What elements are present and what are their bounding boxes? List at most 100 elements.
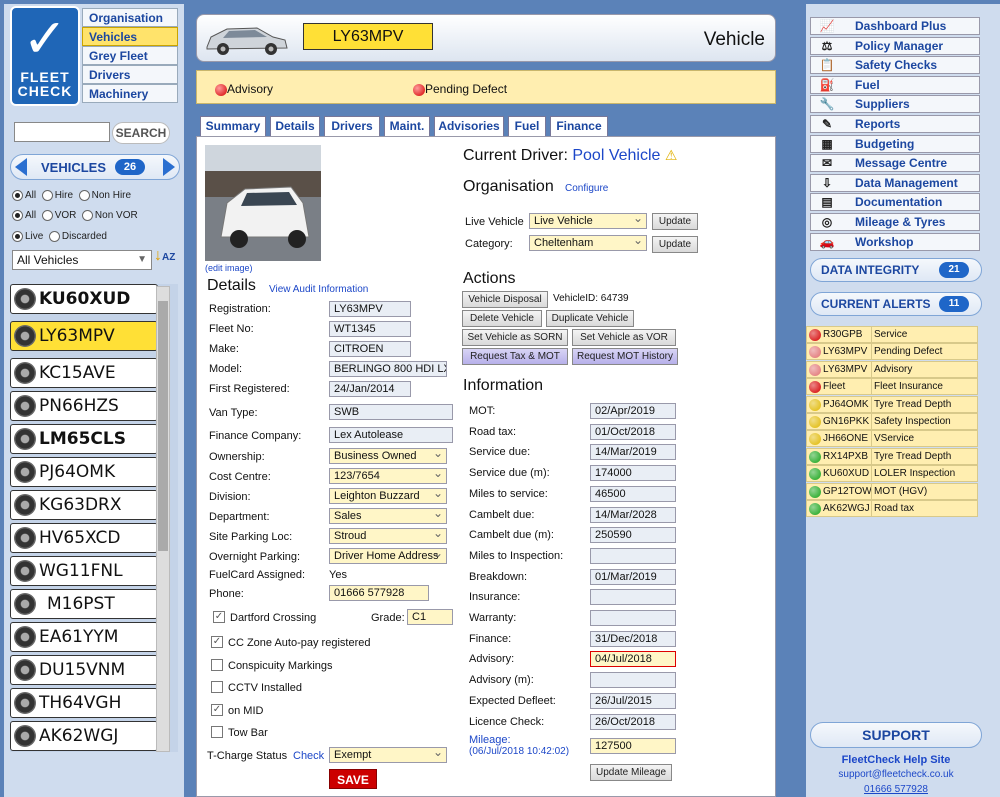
pending-defect-alert[interactable]: Pending Defect	[413, 82, 507, 96]
menu-message-centre[interactable]: ✉Message Centre	[810, 154, 980, 172]
fleet-no-field[interactable]: WT1345	[329, 321, 411, 337]
alert-row[interactable]: PJ64OMKTyre Tread Depth	[806, 396, 978, 413]
update-mileage-button[interactable]: Update Mileage	[590, 764, 672, 781]
category-select[interactable]: Cheltenham	[529, 235, 647, 251]
radio-non-hire[interactable]	[79, 190, 90, 201]
info-field[interactable]: 14/Mar/2019	[590, 444, 676, 460]
radio-vor[interactable]	[42, 210, 53, 221]
radio-hire[interactable]	[42, 190, 53, 201]
info-field[interactable]	[590, 610, 676, 626]
tab-drivers[interactable]: Drivers	[324, 116, 380, 136]
delete-vehicle-button[interactable]: Delete Vehicle	[462, 310, 542, 327]
prev-arrow-icon[interactable]	[15, 158, 27, 176]
info-field[interactable]: 04/Jul/2018	[590, 651, 676, 667]
model-field[interactable]: BERLINGO 800 HDI LX 5	[329, 361, 447, 377]
plate-KU60XUD[interactable]: KU60XUD	[10, 284, 158, 314]
info-field[interactable]	[590, 589, 676, 605]
current-alerts-button[interactable]: CURRENT ALERTS11	[810, 292, 982, 316]
plate-AK62WGJ[interactable]: AK62WGJ	[10, 721, 158, 751]
tcharge-check-link[interactable]: Check	[293, 750, 324, 762]
dartford-checkbox[interactable]: ✓	[213, 611, 225, 623]
update-category-button[interactable]: Update	[652, 236, 698, 253]
menu-safety-checks[interactable]: 📋Safety Checks	[810, 56, 980, 74]
support-email-link[interactable]: support@fleetcheck.co.uk	[806, 769, 986, 780]
duplicate-vehicle-button[interactable]: Duplicate Vehicle	[546, 310, 634, 327]
menu-mileage-tyres[interactable]: ◎Mileage & Tyres	[810, 213, 980, 231]
radio-all-hire[interactable]	[12, 190, 23, 201]
update-live-button[interactable]: Update	[652, 213, 698, 230]
plate-KC15AVE[interactable]: KC15AVE	[10, 358, 158, 388]
menu-machinery[interactable]: Machinery	[82, 84, 178, 103]
mileage-field[interactable]: 127500	[590, 738, 676, 754]
vor-button[interactable]: Set Vehicle as VOR	[572, 329, 676, 346]
menu-workshop[interactable]: 🚗Workshop	[810, 233, 980, 251]
help-site-link[interactable]: FleetCheck Help Site	[806, 754, 986, 766]
site-parking-select[interactable]: Stroud	[329, 528, 447, 544]
sorn-button[interactable]: Set Vehicle as SORN	[462, 329, 568, 346]
info-field[interactable]: 174000	[590, 465, 676, 481]
mot-history-button[interactable]: Request MOT History	[572, 348, 678, 365]
ownership-select[interactable]: Business Owned	[329, 448, 447, 464]
menu-drivers[interactable]: Drivers	[82, 65, 178, 84]
menu-grey-fleet[interactable]: Grey Fleet	[82, 46, 178, 65]
registration-field[interactable]: LY63MPV	[329, 301, 411, 317]
data-integrity-button[interactable]: DATA INTEGRITY21	[810, 258, 982, 282]
info-field[interactable]	[590, 548, 676, 564]
menu-fuel[interactable]: ⛽Fuel	[810, 76, 980, 94]
request-tax-button[interactable]: Request Tax & MOT	[462, 348, 568, 365]
menu-vehicles[interactable]: Vehicles	[82, 27, 178, 46]
support-phone[interactable]: 01666 577928	[806, 784, 986, 795]
plate-TH64VGH[interactable]: TH64VGH	[10, 688, 158, 718]
cost-centre-select[interactable]: 123/7654	[329, 468, 447, 484]
info-field[interactable]: 26/Oct/2018	[590, 714, 676, 730]
info-field[interactable]: 31/Dec/2018	[590, 631, 676, 647]
plate-M16PST[interactable]: M16PST	[10, 589, 158, 619]
info-field[interactable]: 14/Mar/2028	[590, 507, 676, 523]
cctv-checkbox[interactable]	[211, 681, 223, 693]
alert-row[interactable]: LY63MPVAdvisory	[806, 361, 978, 378]
alert-row[interactable]: RX14PXBTyre Tread Depth (HGV)	[806, 448, 978, 465]
configure-link[interactable]: Configure	[565, 183, 608, 194]
search-input[interactable]	[14, 122, 110, 142]
overnight-parking-select[interactable]: Driver Home Address	[329, 548, 447, 564]
finance-company-field[interactable]: Lex Autolease	[329, 427, 453, 443]
search-button[interactable]: SEARCH	[112, 122, 170, 144]
vehicle-disposal-button[interactable]: Vehicle Disposal	[462, 291, 548, 308]
save-button[interactable]: SAVE	[329, 769, 377, 789]
next-arrow-icon[interactable]	[163, 158, 175, 176]
tow-bar-checkbox[interactable]	[211, 726, 223, 738]
menu-organisation[interactable]: Organisation	[82, 8, 178, 27]
info-field[interactable]: 250590	[590, 527, 676, 543]
menu-data-management[interactable]: ⇩Data Management	[810, 174, 980, 192]
vehicle-photo[interactable]	[205, 145, 321, 261]
grade-field[interactable]: C1	[407, 609, 453, 625]
edit-image-link[interactable]: (edit image)	[205, 263, 253, 273]
menu-reports[interactable]: ✎Reports	[810, 115, 980, 133]
info-field[interactable]	[590, 672, 676, 688]
alert-row[interactable]: GN16PKKSafety Inspection	[806, 413, 978, 430]
radio-live[interactable]	[12, 231, 23, 242]
cc-zone-checkbox[interactable]: ✓	[211, 636, 223, 648]
audit-link[interactable]: View Audit Information	[269, 284, 368, 295]
scrollbar-thumb[interactable]	[158, 301, 168, 551]
radio-discarded[interactable]	[49, 231, 60, 242]
conspicuity-checkbox[interactable]	[211, 659, 223, 671]
phone-field[interactable]: 01666 577928	[329, 585, 429, 601]
info-field[interactable]: 46500	[590, 486, 676, 502]
live-vehicle-select[interactable]: Live Vehicle	[529, 213, 647, 229]
radio-all-vor[interactable]	[12, 210, 23, 221]
alert-row[interactable]: R30GPBService	[806, 326, 978, 343]
plate-PN66HZS[interactable]: PN66HZS	[10, 391, 158, 421]
info-field[interactable]: 01/Oct/2018	[590, 424, 676, 440]
department-select[interactable]: Sales	[329, 508, 447, 524]
tab-summary[interactable]: Summary	[200, 116, 266, 138]
alert-row[interactable]: GP12TOWMOT (HGV)	[806, 483, 978, 500]
plate-KG63DRX[interactable]: KG63DRX	[10, 490, 158, 520]
info-field[interactable]: 26/Jul/2015	[590, 693, 676, 709]
make-field[interactable]: CITROEN	[329, 341, 411, 357]
tcharge-select[interactable]: Exempt	[329, 747, 447, 763]
menu-budgeting[interactable]: ▦Budgeting	[810, 135, 980, 153]
vehicle-filter-select[interactable]: All Vehicles▼	[12, 250, 152, 270]
radio-non-vor[interactable]	[82, 210, 93, 221]
plate-list-scrollbar[interactable]	[156, 286, 170, 752]
